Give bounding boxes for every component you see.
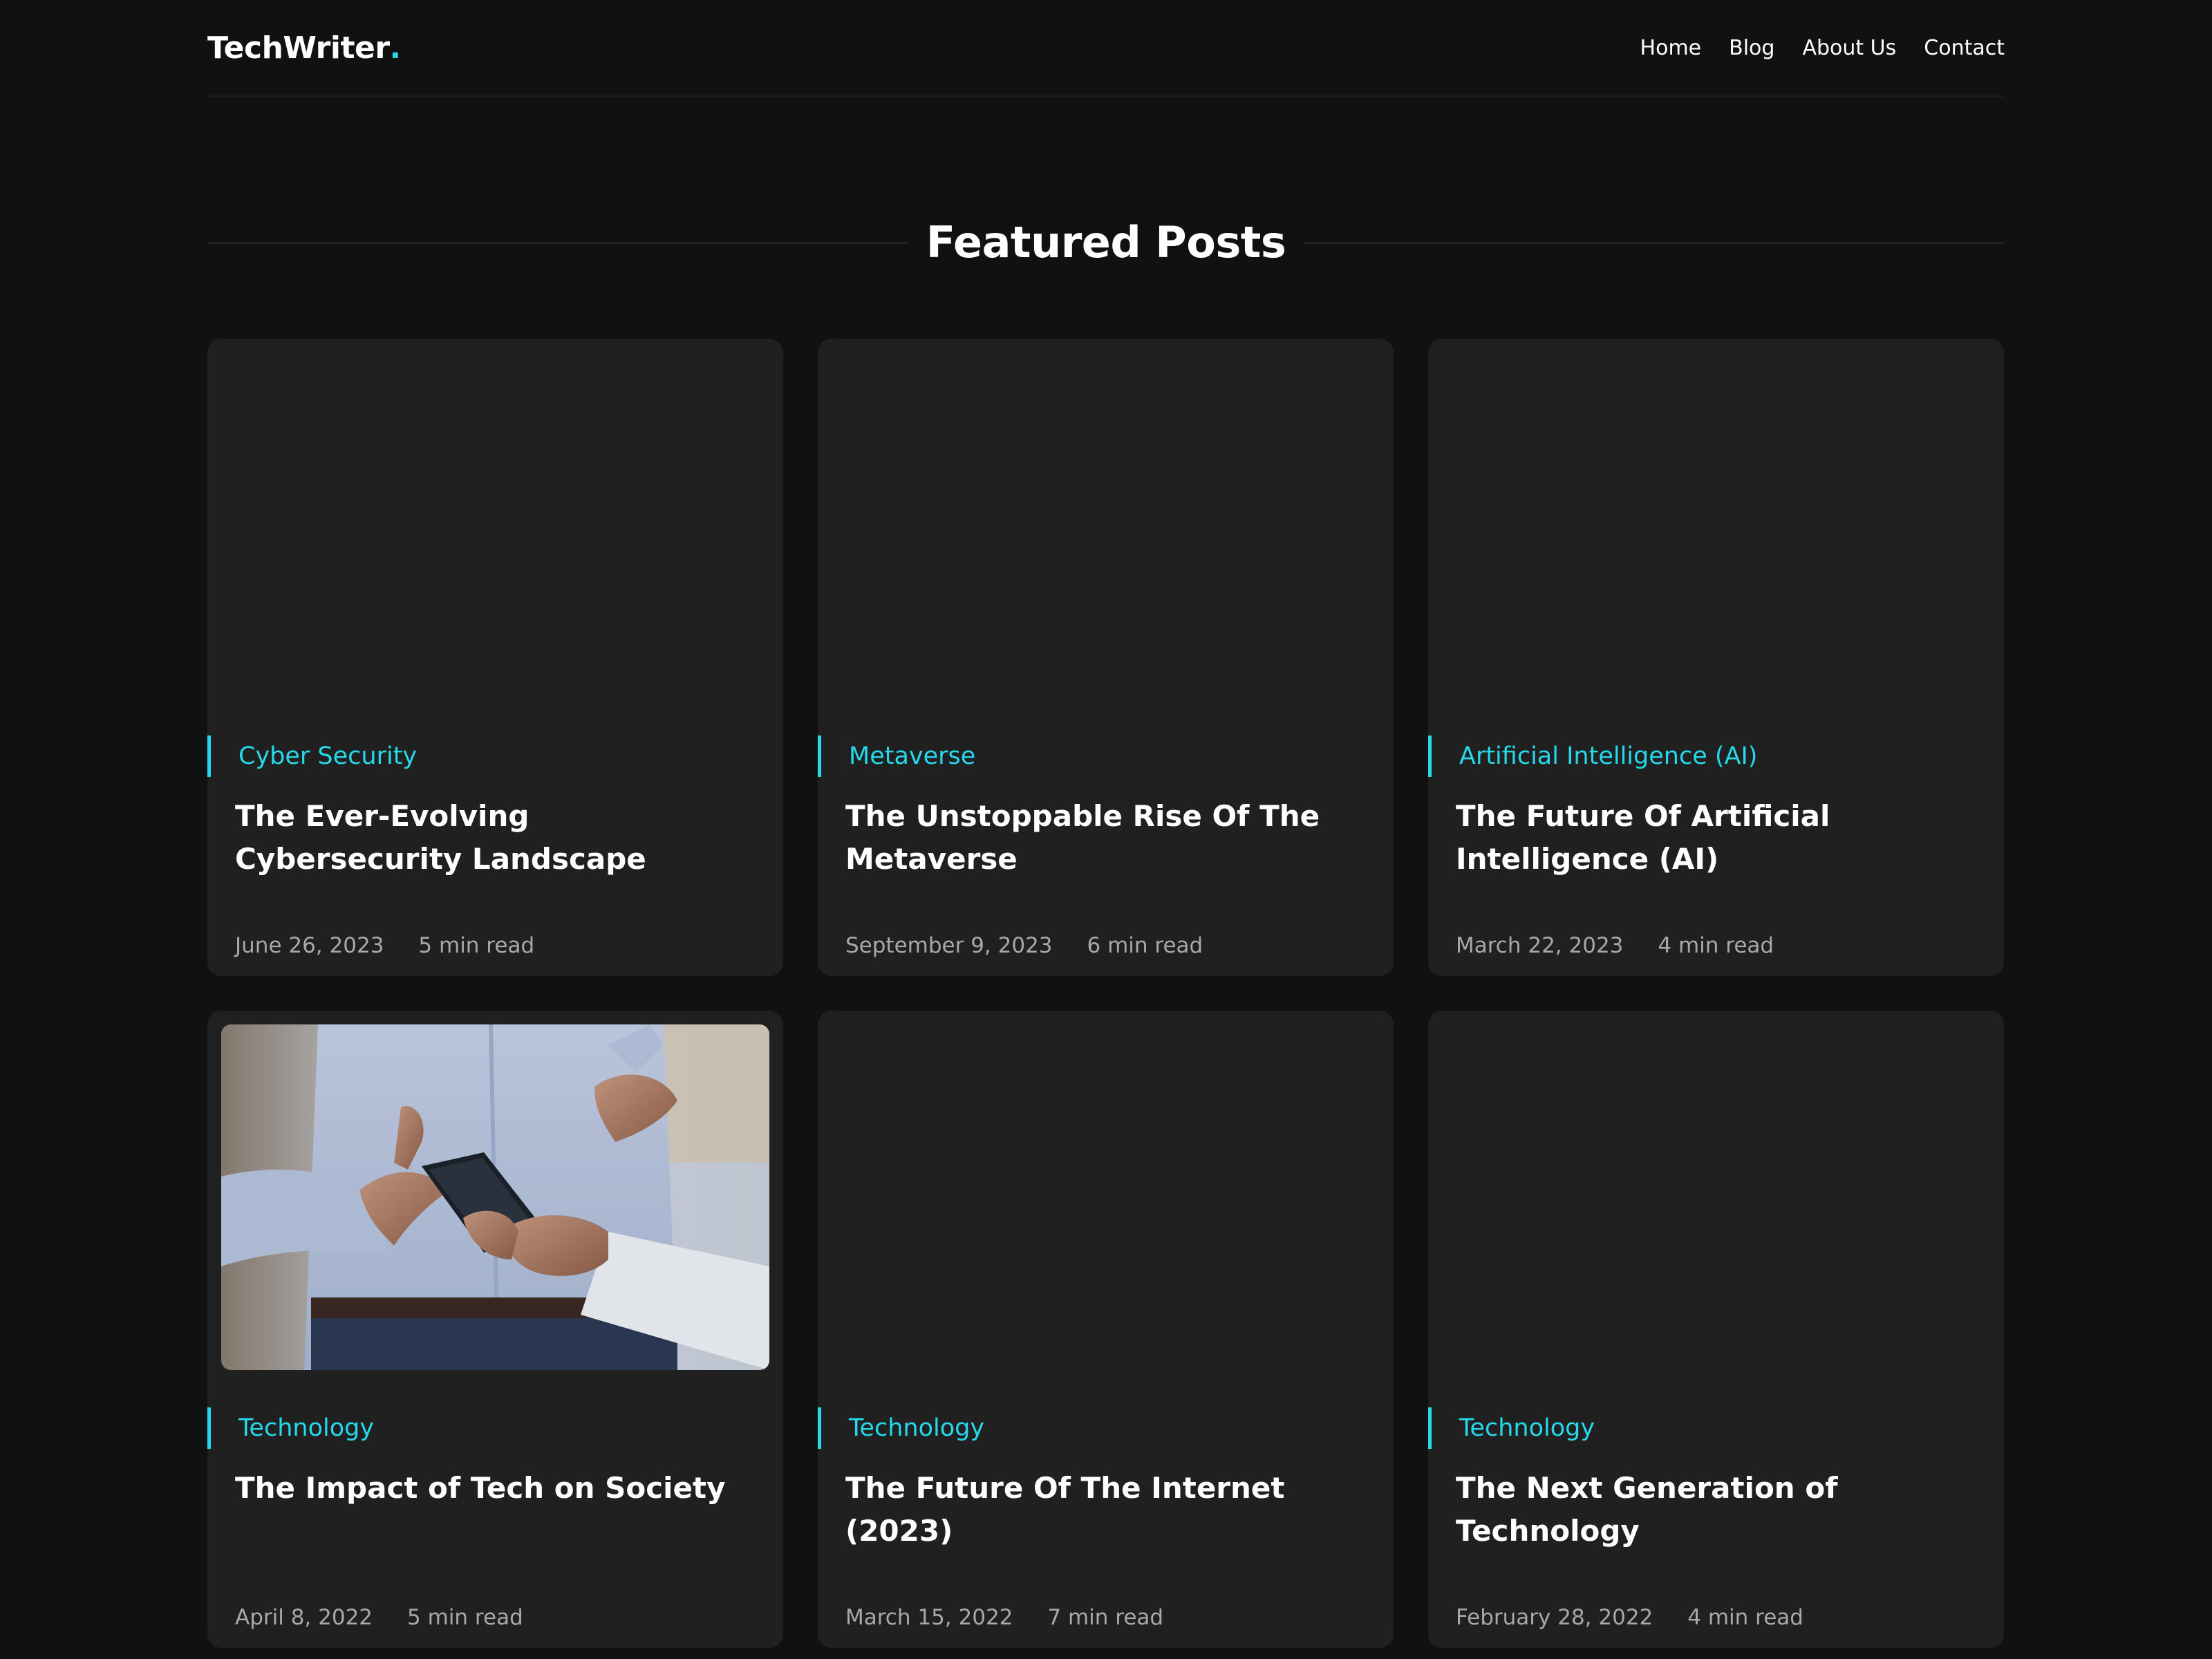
- post-category[interactable]: Cyber Security: [207, 735, 417, 777]
- site-header: TechWriter. Home Blog About Us Contact: [207, 0, 2005, 97]
- post-date: April 8, 2022: [235, 1605, 373, 1630]
- post-read-time: 5 min read: [407, 1605, 523, 1630]
- post-title[interactable]: The Next Generation of Technology: [1456, 1467, 1981, 1553]
- post-category[interactable]: Technology: [207, 1407, 374, 1449]
- logo-dot: .: [389, 30, 402, 66]
- post-title[interactable]: The Future Of The Internet (2023): [845, 1467, 1371, 1553]
- post-meta: March 22, 2023 4 min read: [1456, 933, 1774, 958]
- site-logo[interactable]: TechWriter.: [207, 30, 401, 66]
- section-title: Featured Posts: [926, 216, 1286, 268]
- post-meta: June 26, 2023 5 min read: [235, 933, 534, 958]
- post-category[interactable]: Metaverse: [818, 735, 975, 777]
- title-divider-left: [207, 242, 909, 244]
- post-card[interactable]: Artificial Intelligence (AI) The Future …: [1428, 339, 2004, 976]
- post-image-placeholder: [1442, 1024, 1990, 1370]
- hands-phone-photo: [221, 1024, 769, 1370]
- post-meta: April 8, 2022 5 min read: [235, 1605, 523, 1630]
- post-card[interactable]: Technology The Future Of The Internet (2…: [818, 1011, 1394, 1648]
- nav-blog[interactable]: Blog: [1729, 36, 1774, 60]
- post-image-placeholder: [221, 353, 769, 698]
- post-read-time: 5 min read: [418, 933, 535, 958]
- post-category[interactable]: Artificial Intelligence (AI): [1428, 735, 1757, 777]
- post-image[interactable]: [221, 1024, 769, 1370]
- post-title[interactable]: The Unstoppable Rise Of The Metaverse: [845, 795, 1371, 881]
- post-card[interactable]: Technology The Next Generation of Techno…: [1428, 1011, 2004, 1648]
- post-title[interactable]: The Ever-Evolving Cybersecurity Landscap…: [235, 795, 760, 881]
- nav-contact[interactable]: Contact: [1924, 36, 2005, 60]
- post-date: March 22, 2023: [1456, 933, 1624, 958]
- post-image-placeholder: [832, 353, 1380, 698]
- post-card[interactable]: Cyber Security The Ever-Evolving Cyberse…: [207, 339, 783, 976]
- post-image-placeholder: [1442, 353, 1990, 698]
- post-meta: March 15, 2022 7 min read: [845, 1605, 1163, 1630]
- post-category[interactable]: Technology: [1428, 1407, 1595, 1449]
- post-image-placeholder: [832, 1024, 1380, 1370]
- post-card[interactable]: Metaverse The Unstoppable Rise Of The Me…: [818, 339, 1394, 976]
- post-meta: February 28, 2022 4 min read: [1456, 1605, 1803, 1630]
- post-date: March 15, 2022: [845, 1605, 1013, 1630]
- page: TechWriter. Home Blog About Us Contact F…: [0, 0, 2212, 1659]
- title-divider-right: [1303, 242, 2005, 244]
- main-nav: Home Blog About Us Contact: [1640, 36, 2005, 60]
- post-meta: September 9, 2023 6 min read: [845, 933, 1203, 958]
- post-category[interactable]: Technology: [818, 1407, 984, 1449]
- posts-grid: Cyber Security The Ever-Evolving Cyberse…: [207, 339, 2005, 1648]
- post-read-time: 6 min read: [1087, 933, 1203, 958]
- post-date: September 9, 2023: [845, 933, 1053, 958]
- nav-home[interactable]: Home: [1640, 36, 1702, 60]
- nav-about-us[interactable]: About Us: [1802, 36, 1896, 60]
- featured-posts-section: Featured Posts Cyber Security The Ever-E…: [207, 194, 2005, 1648]
- post-date: February 28, 2022: [1456, 1605, 1653, 1630]
- post-card[interactable]: Technology The Impact of Tech on Society…: [207, 1011, 783, 1648]
- post-date: June 26, 2023: [235, 933, 384, 958]
- post-read-time: 4 min read: [1658, 933, 1774, 958]
- post-title[interactable]: The Future Of Artificial Intelligence (A…: [1456, 795, 1981, 881]
- post-read-time: 4 min read: [1687, 1605, 1803, 1630]
- post-read-time: 7 min read: [1047, 1605, 1164, 1630]
- section-title-row: Featured Posts: [207, 194, 2005, 290]
- logo-text: TechWriter: [207, 30, 390, 66]
- container: TechWriter. Home Blog About Us Contact F…: [207, 0, 2005, 1648]
- post-title[interactable]: The Impact of Tech on Society: [235, 1467, 760, 1510]
